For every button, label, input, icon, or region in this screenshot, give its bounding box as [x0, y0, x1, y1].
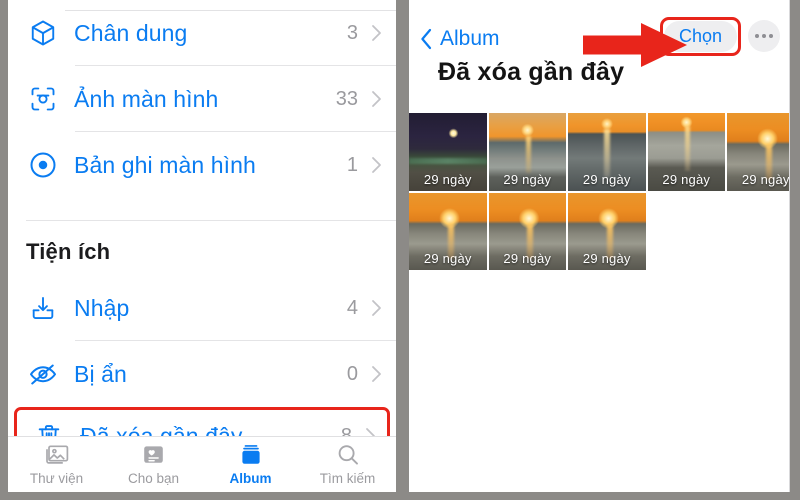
for-you-icon — [142, 443, 165, 467]
ellipsis-icon-dot — [769, 34, 773, 38]
photo-thumbnail[interactable]: 29 ngày — [409, 192, 487, 270]
tab-label: Tìm kiếm — [319, 471, 376, 486]
utility-label: Bị ẩn — [74, 360, 127, 387]
search-icon — [336, 443, 360, 467]
photo-expiry-badge: 29 ngày — [662, 171, 711, 187]
tab-label: Thư viện — [29, 471, 84, 486]
albums-screen: Chân dung 3 Ảnh màn hình 33 Bản ghi màn … — [8, 0, 396, 492]
screenshot-stage: Chân dung 3 Ảnh màn hình 33 Bản ghi màn … — [0, 0, 800, 500]
album-row-chan-dung[interactable]: Chân dung 3 — [8, 0, 396, 66]
utility-row-bi-an[interactable]: Bị ẩn 0 — [8, 341, 396, 407]
utility-row-nhap[interactable]: Nhập 4 — [8, 275, 396, 341]
photo-expiry-badge: 29 ngày — [741, 171, 790, 187]
albums-list: Chân dung 3 Ảnh màn hình 33 Bản ghi màn … — [8, 0, 396, 465]
album-row-ban-ghi-man-hinh[interactable]: Bản ghi màn hình 1 — [8, 132, 396, 198]
photo-expiry-badge: 29 ngày — [503, 171, 552, 187]
album-count: 33 — [335, 87, 358, 110]
panel-right-edge — [789, 0, 790, 492]
ellipsis-icon-dot — [762, 34, 766, 38]
chevron-right-icon — [371, 365, 382, 383]
tab-tim-kiem[interactable]: Tìm kiếm — [299, 443, 396, 486]
albums-icon — [239, 443, 263, 467]
chevron-right-icon — [371, 90, 382, 108]
photo-thumbnail[interactable]: 29 ngày — [647, 113, 725, 191]
screenshot-icon — [26, 82, 60, 116]
album-row-anh-man-hinh[interactable]: Ảnh màn hình 33 — [8, 66, 396, 132]
tab-album[interactable]: Album — [202, 443, 299, 486]
photo-expiry-badge: 29 ngày — [503, 251, 552, 266]
photos-library-icon — [44, 443, 70, 467]
section-divider — [26, 220, 396, 221]
photo-thumbnail[interactable]: 29 ngày — [488, 192, 566, 270]
tab-label: Album — [229, 471, 272, 486]
photo-grid: 29 ngày 29 ngày 29 ngày 29 ngày 29 ngày … — [409, 113, 790, 270]
recently-deleted-screen: Album Chọn Đã xóa gần đây 29 ngày 29 ngà… — [409, 0, 790, 492]
photo-expiry-badge: 29 ngày — [582, 251, 631, 266]
tab-label: Cho bạn — [127, 471, 180, 486]
screen-record-icon — [26, 148, 60, 182]
album-count: 1 — [346, 153, 358, 176]
back-to-album-button[interactable]: Album — [420, 27, 500, 51]
photo-expiry-badge: 29 ngày — [423, 251, 472, 266]
eye-slash-icon — [26, 357, 60, 391]
chevron-left-icon — [420, 28, 433, 50]
tab-cho-ban[interactable]: Cho bạn — [105, 443, 202, 486]
album-label: Chân dung — [74, 19, 188, 46]
cube-icon — [26, 16, 60, 50]
chevron-right-icon — [371, 299, 382, 317]
section-title-tien-ich: Tiện ích — [26, 239, 111, 264]
tab-thu-vien[interactable]: Thư viện — [8, 443, 105, 486]
album-label: Bản ghi màn hình — [74, 151, 256, 178]
import-icon — [26, 291, 60, 325]
utility-count: 0 — [346, 362, 358, 385]
chevron-right-icon — [371, 24, 382, 42]
album-label: Ảnh màn hình — [74, 85, 219, 112]
chevron-right-icon — [371, 156, 382, 174]
utility-count: 4 — [346, 296, 358, 319]
red-arrow-annotation — [583, 22, 688, 68]
photo-thumbnail[interactable]: 29 ngày — [727, 113, 790, 191]
album-count: 3 — [346, 21, 358, 44]
photo-thumbnail[interactable]: 29 ngày — [488, 113, 566, 191]
photo-expiry-badge: 29 ngày — [582, 171, 631, 187]
back-label: Album — [440, 27, 500, 50]
photo-thumbnail[interactable]: 29 ngày — [568, 192, 646, 270]
photo-thumbnail[interactable]: 29 ngày — [568, 113, 646, 191]
ellipsis-icon-dot — [755, 34, 759, 38]
photo-expiry-badge: 29 ngày — [423, 171, 472, 187]
more-options-button[interactable] — [748, 20, 780, 52]
bottom-tab-bar: Thư viện Cho bạn Album Tìm kiếm — [8, 436, 396, 492]
photo-thumbnail[interactable]: 29 ngày — [409, 113, 487, 191]
utility-label: Nhập — [74, 294, 130, 321]
